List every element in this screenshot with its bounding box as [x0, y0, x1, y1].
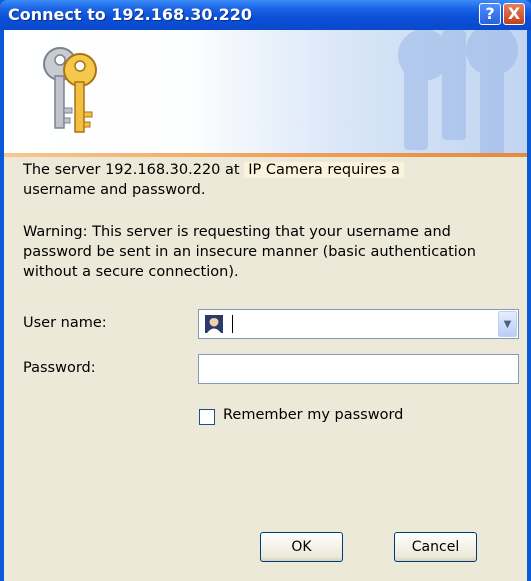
- text-cursor: [232, 315, 233, 333]
- username-label: User name:: [23, 315, 107, 331]
- ok-button[interactable]: OK: [260, 532, 343, 562]
- keys-icon: [43, 47, 97, 133]
- password-label: Password:: [23, 360, 96, 376]
- cancel-button[interactable]: Cancel: [394, 532, 477, 562]
- server-message: The server 192.168.30.220 at IP Camera r…: [23, 160, 493, 200]
- help-button[interactable]: ?: [479, 3, 501, 25]
- dialog-body: [4, 30, 527, 581]
- warning-message: Warning: This server is requesting that …: [23, 224, 476, 280]
- title-bar[interactable]: Connect to 192.168.30.220 ? X: [0, 0, 531, 30]
- close-button[interactable]: X: [503, 3, 525, 25]
- username-dropdown-button[interactable]: ▼: [498, 311, 517, 337]
- server-message-prefix: The server 192.168.30.220 at: [23, 162, 245, 178]
- remember-password-label[interactable]: Remember my password: [223, 407, 403, 423]
- password-field[interactable]: [198, 354, 519, 384]
- username-combobox[interactable]: ▼: [198, 309, 519, 339]
- realm-text: IP Camera requires a: [244, 162, 404, 178]
- user-icon: [205, 315, 223, 333]
- banner: [4, 30, 527, 153]
- help-icon: ?: [485, 4, 495, 23]
- chevron-down-icon: ▼: [503, 319, 512, 330]
- server-message-suffix: username and password.: [23, 182, 206, 198]
- window-title: Connect to 192.168.30.220: [8, 5, 252, 24]
- dialog-window: Connect to 192.168.30.220 ? X The server…: [0, 0, 531, 581]
- banner-divider: [4, 153, 527, 157]
- close-icon: X: [507, 4, 521, 23]
- remember-password-checkbox[interactable]: [199, 409, 215, 425]
- keys-watermark-icon: [398, 30, 518, 153]
